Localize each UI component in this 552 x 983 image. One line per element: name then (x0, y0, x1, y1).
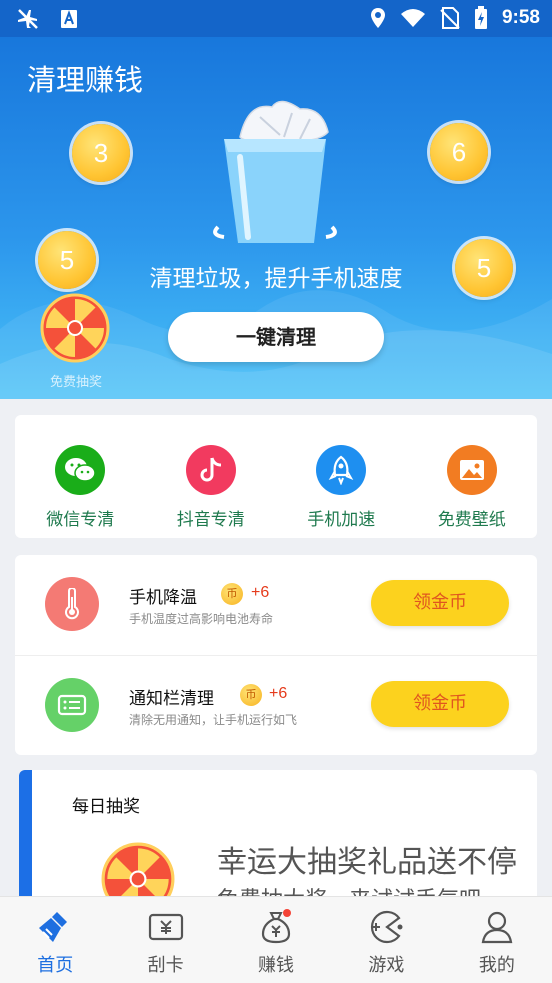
nav-home[interactable]: 首页 (0, 897, 110, 983)
task-reward: +6 (269, 685, 288, 702)
tool-label: 手机加速 (307, 510, 376, 530)
bottom-navigation: 首页 刮卡 赚钱 游戏 我的 (0, 896, 552, 983)
tasks-panel: 手机降温 币 +6 手机温度过高影响电池寿命 领金币 通知栏清理 币 +6 清除… (15, 555, 537, 755)
lottery-label: 免费抽奖 (49, 375, 102, 390)
status-bar: 9:58 (0, 0, 552, 37)
nav-scratch-card[interactable]: 刮卡 (110, 897, 220, 983)
user-icon (442, 907, 552, 947)
tool-phone-boost[interactable]: 手机加速 (286, 445, 396, 538)
page-title: 清理赚钱 (27, 63, 144, 97)
notification-dot (282, 909, 291, 917)
tool-wechat-clean[interactable]: 微信专清 (25, 445, 135, 538)
nav-earn[interactable]: 赚钱 (221, 897, 331, 983)
lottery-wheel-icon (40, 293, 110, 363)
rocket-icon (316, 445, 367, 495)
airplane-off-icon (18, 9, 38, 29)
app-notification-icon (61, 10, 77, 28)
daily-lottery-card[interactable]: 每日抽奖 幸运大抽奖礼品送不停 免费抽大奖，来试试手气吧 (19, 770, 537, 900)
task-title: 手机降温 (129, 588, 197, 608)
task-row-notification: 通知栏清理 币 +6 清除无用通知，让手机运行如飞 领金币 (15, 655, 537, 755)
image-icon (446, 445, 497, 495)
free-lottery-widget[interactable]: 免费抽奖 (40, 293, 110, 390)
tool-label: 微信专清 (46, 510, 115, 530)
accent-bar (19, 770, 32, 900)
nav-label: 刮卡 (147, 955, 184, 976)
one-click-clean-button[interactable]: 一键清理 (168, 312, 384, 362)
money-bag-icon (221, 907, 331, 947)
scratch-card-icon (110, 907, 220, 947)
wechat-icon (55, 445, 106, 495)
coin-icon: 币 (221, 583, 243, 605)
thermometer-icon (45, 577, 99, 631)
nav-profile[interactable]: 我的 (442, 897, 552, 983)
claim-coins-button[interactable]: 领金币 (371, 681, 509, 727)
tool-free-wallpaper[interactable]: 免费壁纸 (417, 445, 527, 538)
task-description: 清除无用通知，让手机运行如飞 (129, 713, 298, 727)
task-reward: +6 (251, 584, 270, 601)
nav-label: 游戏 (368, 955, 405, 976)
hero-slogan: 清理垃圾，提升手机速度 (149, 266, 403, 292)
nav-label: 我的 (478, 955, 515, 976)
task-row-cooling: 手机降温 币 +6 手机温度过高影响电池寿命 领金币 (15, 555, 537, 655)
nav-label: 首页 (37, 955, 74, 976)
lottery-wheel-icon (101, 842, 175, 900)
tool-label: 抖音专清 (176, 510, 245, 530)
clock: 9:58 (501, 7, 540, 28)
task-description: 手机温度过高影响电池寿命 (129, 612, 274, 626)
broom-icon (0, 907, 110, 947)
coin-bubble[interactable]: 6 (430, 123, 488, 181)
coin-bubble[interactable]: 3 (72, 124, 130, 182)
location-icon (370, 8, 385, 28)
lottery-headline: 幸运大抽奖礼品送不停 (217, 845, 517, 880)
game-icon (331, 907, 441, 947)
section-title: 每日抽奖 (72, 797, 140, 817)
wifi-icon (400, 9, 425, 27)
no-sim-icon (440, 7, 460, 29)
nav-games[interactable]: 游戏 (331, 897, 441, 983)
tool-label: 免费壁纸 (437, 510, 506, 530)
tool-douyin-clean[interactable]: 抖音专清 (156, 445, 266, 538)
notification-icon (45, 678, 99, 732)
hero-banner: 清理赚钱 3 6 5 5 清理垃圾，提升手机速度 一键清理 免费抽奖 (0, 37, 552, 399)
task-title: 通知栏清理 (129, 689, 214, 709)
douyin-icon (185, 445, 236, 495)
battery-charging-icon (474, 6, 487, 29)
coin-icon: 币 (240, 684, 262, 706)
trash-bin-icon (213, 100, 337, 243)
quick-tools-panel: 微信专清 抖音专清 手机加速 免费壁纸 (15, 415, 537, 538)
nav-label: 赚钱 (258, 955, 295, 976)
claim-coins-button[interactable]: 领金币 (371, 580, 509, 626)
